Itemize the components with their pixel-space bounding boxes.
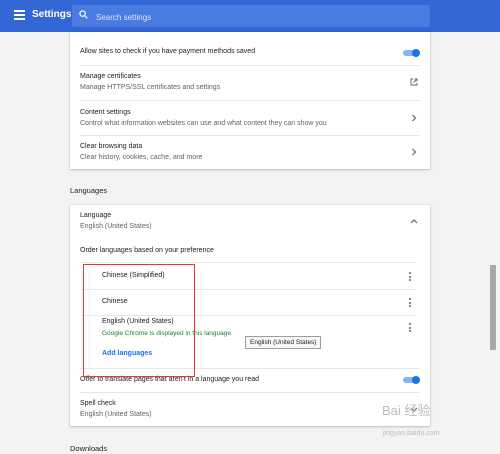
- search-icon: [79, 10, 88, 19]
- payment-methods-label: Allow sites to check if you have payment…: [80, 48, 256, 55]
- more-options-icon[interactable]: [408, 298, 412, 308]
- more-options-icon[interactable]: [408, 323, 412, 333]
- language-title: Language: [80, 212, 112, 219]
- open-external-icon: [410, 78, 418, 86]
- payment-methods-toggle[interactable]: [403, 49, 420, 57]
- certificates-title: Manage certificates: [80, 73, 141, 80]
- clear-browsing-title: Clear browsing data: [80, 143, 143, 150]
- spell-check-value: English (United States): [80, 411, 152, 418]
- tooltip: English (United States): [245, 336, 322, 349]
- clear-browsing-data-row[interactable]: Clear browsing data Clear history, cooki…: [70, 136, 430, 169]
- offer-translate-toggle[interactable]: [403, 376, 420, 384]
- payment-methods-row[interactable]: Allow sites to check if you have payment…: [70, 32, 430, 64]
- search-box[interactable]: [72, 5, 430, 29]
- order-languages-label: Order languages based on your preference: [80, 247, 214, 254]
- downloads-heading: Downloads: [70, 444, 108, 453]
- certificates-subtitle: Manage HTTPS/SSL certificates and settin…: [80, 84, 221, 91]
- search-input[interactable]: [94, 5, 418, 29]
- offer-translate-label: Offer to translate pages that aren't in …: [80, 376, 260, 383]
- spell-check-title: Spell check: [80, 400, 116, 407]
- divider: [82, 262, 416, 263]
- chevron-right-icon: [412, 148, 417, 156]
- watermark-logo: Bai 经验: [382, 403, 431, 418]
- more-options-icon[interactable]: [408, 272, 412, 282]
- manage-certificates-row[interactable]: Manage certificates Manage HTTPS/SSL cer…: [70, 66, 430, 99]
- app-header: Settings: [0, 0, 500, 32]
- content-settings-subtitle: Control what information websites can us…: [80, 120, 327, 127]
- chevron-up-icon[interactable]: [410, 218, 418, 224]
- highlight-box: [83, 264, 195, 377]
- scrollbar-track[interactable]: [490, 32, 498, 454]
- language-value: English (United States): [80, 223, 152, 230]
- content-settings-title: Content settings: [80, 109, 131, 116]
- chevron-right-icon: [412, 114, 417, 122]
- languages-heading: Languages: [70, 186, 108, 195]
- app-title: Settings: [32, 9, 72, 20]
- spell-check-row[interactable]: Spell check English (United States): [70, 393, 430, 426]
- language-expand-row[interactable]: Language English (United States): [70, 205, 430, 238]
- privacy-card: Allow sites to check if you have payment…: [70, 32, 430, 169]
- clear-browsing-subtitle: Clear history, cookies, cache, and more: [80, 154, 203, 161]
- scrollbar-thumb[interactable]: [490, 265, 496, 350]
- content-settings-row[interactable]: Content settings Control what informatio…: [70, 101, 430, 134]
- menu-icon[interactable]: [14, 10, 25, 20]
- watermark-url: jingyan.baidu.com: [383, 430, 440, 437]
